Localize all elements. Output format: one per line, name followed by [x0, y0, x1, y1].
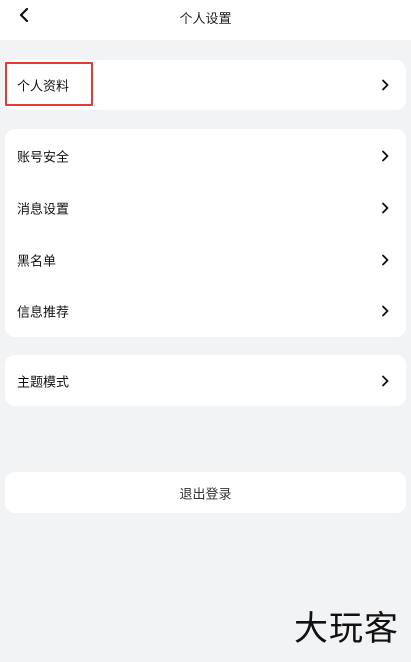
- settings-item-label: 黑名单: [17, 254, 57, 270]
- settings-item-blacklist[interactable]: 黑名单: [5, 240, 406, 280]
- settings-item-account-security[interactable]: 账号安全: [5, 136, 406, 176]
- settings-item-label: 主题模式: [17, 375, 70, 391]
- logout-button[interactable]: 退出登录: [5, 472, 406, 513]
- chevron-right-icon: [382, 305, 389, 317]
- chevron-right-icon: [382, 375, 389, 387]
- logout-label: 退出登录: [179, 487, 232, 502]
- settings-item-message[interactable]: 消息设置: [5, 188, 406, 228]
- settings-item-profile[interactable]: 个人资料: [5, 62, 406, 106]
- chevron-right-icon: [382, 202, 389, 214]
- settings-item-label: 个人资料: [17, 79, 70, 95]
- settings-item-label: 消息设置: [17, 202, 70, 218]
- chevron-right-icon: [382, 150, 389, 162]
- settings-group-account: 账号安全 消息设置 黑名单 信息推荐: [5, 129, 406, 337]
- settings-item-label: 信息推荐: [17, 305, 70, 321]
- top-bar: 个人设置: [0, 0, 411, 40]
- page-title: 个人设置: [179, 12, 232, 27]
- settings-group-theme: 主题模式: [5, 355, 406, 406]
- chevron-right-icon: [382, 79, 389, 91]
- settings-group-profile: 个人资料: [5, 60, 406, 110]
- settings-item-recommend[interactable]: 信息推荐: [5, 291, 406, 331]
- settings-item-theme[interactable]: 主题模式: [5, 361, 406, 401]
- watermark: 大玩客: [294, 609, 399, 649]
- chevron-right-icon: [382, 254, 389, 266]
- settings-item-label: 账号安全: [17, 150, 70, 166]
